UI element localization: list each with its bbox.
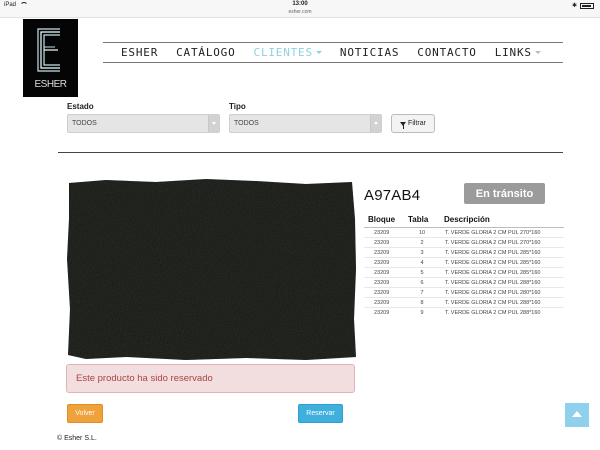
estado-label: Estado [67,102,94,111]
table-row: 23209 8 T. VERDE GLORIA 2 CM PUL 288*160 [364,297,564,308]
chevron-down-icon [208,115,219,132]
footer-copyright: © Esher S.L. [57,435,97,442]
cell-bloque: 23209 [364,277,404,288]
cell-tabla: 8 [404,297,440,308]
cell-descripcion: T. VERDE GLORIA 2 CM PUL 285*160 [440,257,564,268]
section-divider [58,152,563,153]
cell-bloque: 23209 [364,247,404,258]
table-row: 23209 4 T. VERDE GLORIA 2 CM PUL 285*160 [364,257,564,268]
nav-item-links[interactable]: LINKS [495,46,541,59]
nav-item-clientes[interactable]: CLIENTES [254,46,322,59]
cell-bloque: 23209 [364,257,404,268]
bluetooth-icon: ✱ [571,3,577,9]
cell-tabla: 5 [404,267,440,278]
cell-tabla: 6 [404,277,440,288]
cell-descripcion: T. VERDE GLORIA 2 CM PUL 285*160 [440,267,564,278]
cell-descripcion: T. VERDE GLORIA 2 CM PUL 280*160 [440,287,564,298]
tipo-label: Tipo [229,102,246,111]
chevron-down-icon [534,51,541,54]
address-url[interactable]: esher.com [0,9,600,15]
chevron-down-icon [315,51,322,54]
product-image [67,179,356,360]
battery-icon [580,2,594,9]
cell-bloque: 23209 [364,227,404,238]
table-row: 23209 10 T. VERDE GLORIA 2 CM PUL 270*160 [364,227,564,238]
cell-descripcion: T. VERDE GLORIA 2 CM PUL 288*160 [440,277,564,288]
status-badge: En tránsito [464,183,545,204]
nav-item-esher[interactable]: ESHER [121,46,158,59]
filter-button-label: Filtrar [408,120,426,127]
cell-bloque: 23209 [364,297,404,308]
nav-item-catalogo[interactable]: CATÁLOGO [176,46,235,59]
cell-bloque: 23209 [364,307,404,317]
cell-descripcion: T. VERDE GLORIA 2 CM PUL 288*160 [440,297,564,308]
header-descripcion: Descripción [440,213,564,228]
tipo-value: TODOS [234,120,259,127]
table-row: 23209 7 T. VERDE GLORIA 2 CM PUL 280*160 [364,287,564,298]
cell-bloque: 23209 [364,287,404,298]
cell-tabla: 3 [404,247,440,258]
main-nav: ESHER CATÁLOGO CLIENTES NOTICIAS CONTACT… [103,42,563,63]
table-row: 23209 2 T. VERDE GLORIA 2 CM PUL 270*160 [364,237,564,248]
product-code: A97AB4 [364,187,421,204]
cell-descripcion: T. VERDE GLORIA 2 CM PUL 285*160 [440,247,564,258]
cell-bloque: 23209 [364,267,404,278]
tipo-select[interactable]: TODOS [229,114,382,133]
filter-icon [400,121,407,129]
reserve-button[interactable]: Reservar [298,404,343,423]
logo-text: ESHER [34,79,67,90]
nav-item-contacto[interactable]: CONTACTO [417,46,476,59]
nav-label: ESHER [121,46,159,59]
nav-label: CONTACTO [417,46,477,59]
cell-tabla: 10 [404,227,440,238]
nav-label: NOTICIAS [339,46,400,59]
reserved-alert: Este producto ha sido reservado [66,364,355,393]
cell-descripcion: T. VERDE GLORIA 2 CM PUL 288*160 [440,307,564,317]
cell-tabla: 7 [404,287,440,298]
cell-descripcion: T. VERDE GLORIA 2 CM PUL 270*160 [440,227,564,238]
status-bar: iPad 13:00 esher.com ✱ [0,0,600,18]
nav-label: CATÁLOGO [176,46,236,59]
estado-value: TODOS [72,120,97,127]
table-row: 23209 6 T. VERDE GLORIA 2 CM PUL 288*160 [364,277,564,288]
table-row: 23209 3 T. VERDE GLORIA 2 CM PUL 285*160 [364,247,564,258]
filter-button[interactable]: Filtrar [391,114,435,133]
cell-bloque: 23209 [364,237,404,248]
clock: 13:00 [292,1,308,7]
header-bloque: Bloque [364,213,404,228]
chevron-down-icon [370,115,381,132]
cell-descripcion: T. VERDE GLORIA 2 CM PUL 270*160 [440,237,564,248]
nav-label: CLIENTES [253,46,313,59]
scroll-to-top-button[interactable] [565,403,589,427]
header-tabla: Tabla [404,213,440,228]
product-table: Bloque Tabla Descripción 23209 10 T. VERDE… [364,213,564,317]
site-logo[interactable]: ESHER [23,19,78,97]
cell-tabla: 9 [404,307,440,317]
table-row: 23209 5 T. VERDE GLORIA 2 CM PUL 285*160 [364,267,564,278]
status-right: ✱ [572,2,594,9]
cell-tabla: 2 [404,237,440,248]
table-header-row: Bloque Tabla Descripción [364,213,564,228]
nav-label: LINKS [494,46,532,59]
back-button[interactable]: Volver [67,404,103,423]
nav-item-noticias[interactable]: NOTICIAS [340,46,399,59]
table-row: 23209 9 T. VERDE GLORIA 2 CM PUL 288*160 [364,307,564,317]
logo-e-mark [37,28,60,72]
cell-tabla: 4 [404,257,440,268]
estado-select[interactable]: TODOS [67,114,220,133]
